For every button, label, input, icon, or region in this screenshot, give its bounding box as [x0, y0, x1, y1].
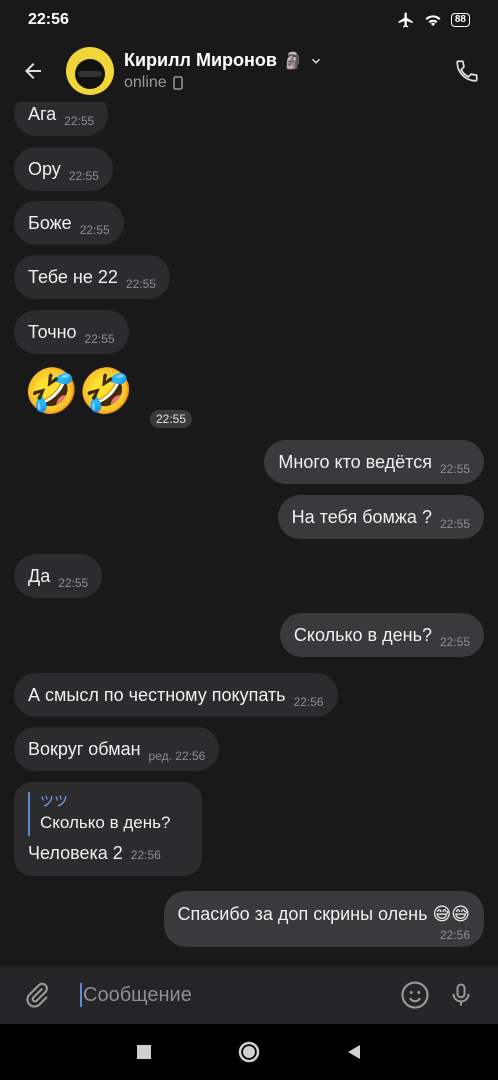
message-list[interactable]: Ага 22:55 Ору 22:55 Боже 22:55 Тебе не 2…: [0, 102, 498, 966]
message-time: 22:55: [68, 169, 99, 183]
status-bar: 22:56 88: [0, 0, 498, 40]
message-bubble[interactable]: На тебя бомжа ? 22:55: [277, 495, 484, 539]
message-time: 22:55: [58, 576, 89, 590]
attach-button[interactable]: [14, 972, 60, 1018]
message-bubble[interactable]: А смысл по честному покупать 22:56: [14, 673, 338, 717]
message-bubble[interactable]: Много кто ведётся 22:55: [264, 440, 484, 484]
message-bubble[interactable]: Спасибо за доп скрины олень 😅😅 22:56: [163, 891, 484, 947]
battery-indicator: 88: [450, 13, 470, 27]
reply-author: ツツ: [40, 793, 68, 809]
message-time: 22:56: [439, 928, 470, 942]
message-time: 22:55: [64, 114, 95, 128]
wifi-icon: [425, 15, 441, 26]
recents-icon[interactable]: [136, 1044, 152, 1060]
moai-icon: 🗿: [282, 52, 303, 70]
message-time: 22:55: [150, 410, 193, 428]
back-nav-icon[interactable]: [346, 1044, 362, 1060]
system-nav-bar: [0, 1024, 498, 1080]
chevron-down-icon: [311, 58, 320, 64]
message-bubble[interactable]: Ору 22:55: [14, 147, 113, 191]
message-bubble[interactable]: Вокруг обман ред. 22:56: [14, 727, 220, 771]
avatar[interactable]: [66, 47, 114, 95]
microphone-icon: [452, 983, 470, 1006]
message-time: 22:55: [439, 517, 470, 531]
contact-name-text: Кирилл Миронов: [124, 50, 277, 70]
message-bubble[interactable]: Точно 22:55: [14, 310, 129, 354]
message-time: 22:55: [125, 277, 156, 291]
message-bubble[interactable]: Сколько в день? 22:55: [279, 613, 484, 657]
message-time: 22:55: [439, 635, 470, 649]
home-icon[interactable]: [238, 1041, 260, 1063]
message-time: 22:56: [293, 695, 324, 709]
message-time: 22:56: [130, 848, 161, 862]
message-time: ред. 22:56: [148, 749, 206, 763]
message-time: 22:55: [439, 462, 470, 476]
mobile-icon: [172, 76, 183, 90]
message-time: 22:55: [84, 332, 115, 346]
message-bubble[interactable]: Да 22:55: [14, 554, 103, 598]
smiley-icon: [401, 981, 429, 1009]
arrow-left-icon: [25, 63, 41, 79]
status-icons: 88: [397, 11, 470, 29]
contact-info[interactable]: Кирилл Миронов 🗿 online: [124, 50, 436, 92]
chat-header: Кирилл Миронов 🗿 online: [0, 40, 498, 102]
back-button[interactable]: [0, 40, 66, 102]
contact-status-text: online: [124, 74, 167, 91]
reply-quote[interactable]: ツツ Сколько в день?: [28, 792, 188, 836]
reply-text: Сколько в день?: [40, 813, 171, 832]
message-input-placeholder: Сообщение: [83, 983, 192, 1006]
contact-status: online: [124, 74, 436, 92]
status-time: 22:56: [28, 11, 69, 28]
reply-message-bubble[interactable]: ツツ Сколько в день? Человека 2 22:56: [14, 782, 202, 876]
paperclip-icon: [26, 982, 48, 1008]
call-button[interactable]: [436, 40, 498, 102]
emoji-message[interactable]: 🤣🤣: [24, 364, 134, 420]
airplane-icon: [398, 12, 413, 28]
message-bubble[interactable]: Боже 22:55: [14, 201, 124, 245]
voice-button[interactable]: [438, 972, 484, 1018]
emoji-button[interactable]: [392, 972, 438, 1018]
phone-icon: [456, 60, 478, 82]
message-time: 22:55: [79, 223, 110, 237]
message-bubble[interactable]: Ага 22:55: [14, 102, 109, 136]
message-input[interactable]: Сообщение: [80, 983, 392, 1007]
message-bubble[interactable]: Тебе не 22 22:55: [14, 255, 170, 299]
contact-name: Кирилл Миронов 🗿: [124, 50, 436, 71]
message-composer: Сообщение: [0, 966, 498, 1024]
